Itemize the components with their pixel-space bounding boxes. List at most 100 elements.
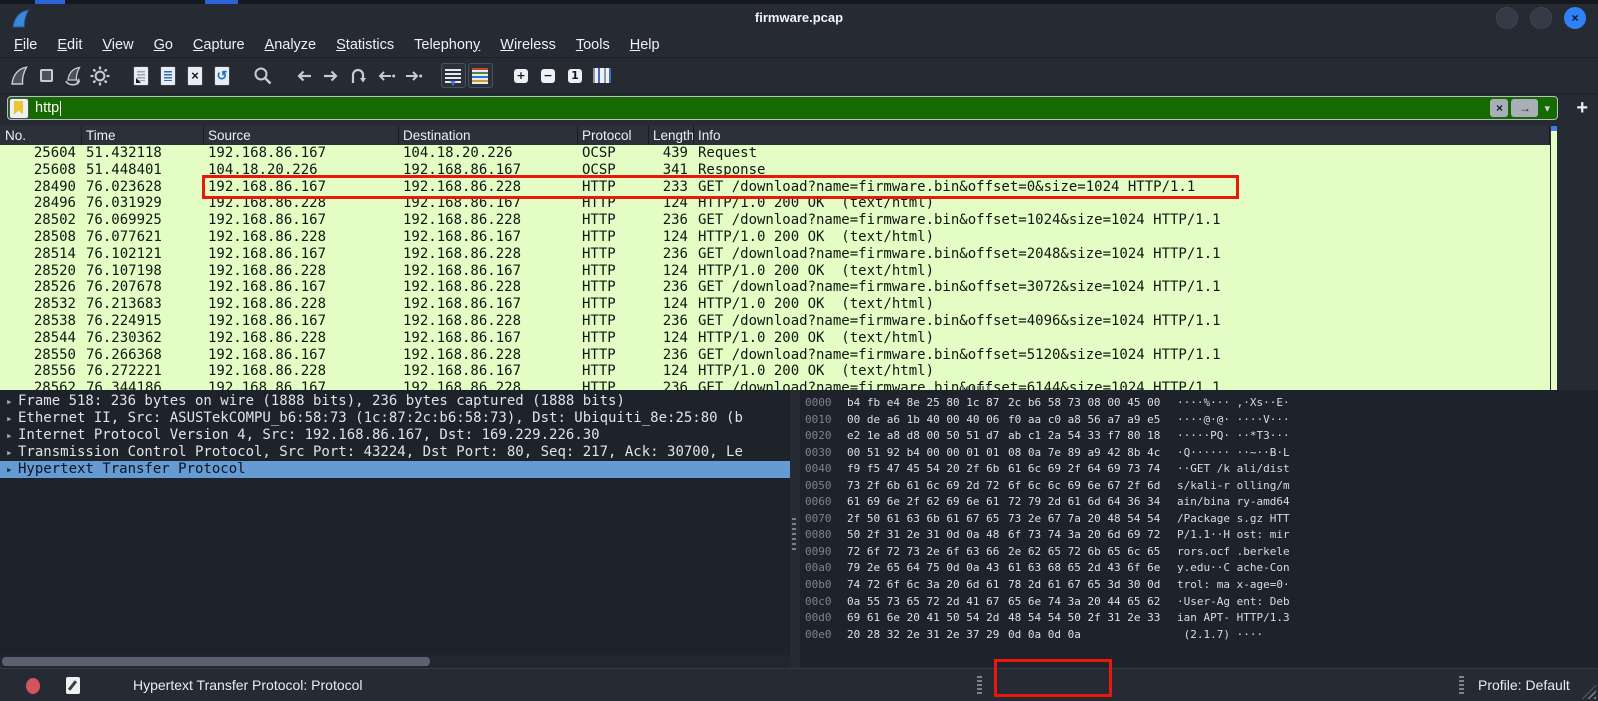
filter-bookmark-icon[interactable]	[10, 99, 28, 118]
column-header-no[interactable]: No.	[0, 126, 82, 145]
restart-capture-icon[interactable]	[60, 62, 86, 90]
filter-dropdown-icon[interactable]: ▾	[1544, 102, 1550, 115]
filter-clear-button[interactable]: ×	[1490, 99, 1508, 117]
cell-info: HTTP/1.0 200 OK (text/html)	[694, 229, 1550, 246]
hex-row-00b0[interactable]: 00b074 72 6f 6c 3a 20 6d 6178 2d 61 67 6…	[800, 577, 1598, 594]
hex-row-0050[interactable]: 005073 2f 6b 61 6c 69 2d 726f 6c 6c 69 6…	[800, 478, 1598, 495]
menu-statistics[interactable]: Statistics	[326, 32, 404, 58]
packet-row-28526[interactable]: 2852676.207678192.168.86.167192.168.86.2…	[0, 279, 1550, 296]
hex-row-0070[interactable]: 00702f 50 61 63 6b 61 67 6573 2e 67 7a 2…	[800, 511, 1598, 528]
packet-row-28544[interactable]: 2854476.230362192.168.86.228192.168.86.1…	[0, 330, 1550, 347]
expand-arrow-icon[interactable]: ▸	[6, 393, 18, 410]
cell-time: 76.344186	[82, 380, 204, 390]
hex-row-0010[interactable]: 001000 de a6 1b 40 00 40 06f0 aa c0 a8 5…	[800, 412, 1598, 429]
stop-capture-icon[interactable]	[33, 62, 59, 90]
start-capture-icon[interactable]	[6, 62, 32, 90]
packet-row-28514[interactable]: 2851476.102121192.168.86.167192.168.86.2…	[0, 246, 1550, 263]
zoom-original-icon[interactable]: 1	[562, 62, 588, 90]
hex-row-00d0[interactable]: 00d069 61 6e 20 41 50 54 2d48 54 54 50 2…	[800, 610, 1598, 627]
hex-row-0000[interactable]: 0000b4 fb e4 8e 25 80 1c 872c b6 58 73 0…	[800, 395, 1598, 412]
menu-telephony[interactable]: Telephony	[404, 32, 490, 58]
statusbar-splitter-handle[interactable]	[977, 676, 982, 695]
packet-row-28550[interactable]: 2855076.266368192.168.86.167192.168.86.2…	[0, 347, 1550, 364]
hex-row-0090[interactable]: 009072 6f 72 73 2e 6f 63 662e 62 65 72 6…	[800, 544, 1598, 561]
colorize-icon[interactable]	[467, 62, 493, 90]
status-profile[interactable]: Profile: Default	[1478, 669, 1570, 701]
details-horizontal-scrollbar[interactable]	[0, 655, 790, 668]
detail-line[interactable]: ▸Internet Protocol Version 4, Src: 192.1…	[0, 427, 790, 444]
minimize-button[interactable]	[1496, 7, 1518, 29]
menu-wireless[interactable]: Wireless	[490, 32, 566, 58]
menu-help[interactable]: Help	[620, 32, 670, 58]
hex-row-0060[interactable]: 006061 69 6e 2f 62 69 6e 6172 79 2d 61 6…	[800, 494, 1598, 511]
column-header-destination[interactable]: Destination	[399, 126, 578, 145]
zoom-in-icon[interactable]: +	[508, 62, 534, 90]
maximize-button[interactable]	[1530, 7, 1552, 29]
expand-arrow-icon[interactable]: ▸	[6, 427, 18, 444]
hex-row-00a0[interactable]: 00a079 2e 65 64 75 0d 0a 4361 63 68 65 2…	[800, 560, 1598, 577]
zoom-out-icon[interactable]: −	[535, 62, 561, 90]
hex-row-00c0[interactable]: 00c00a 55 73 65 72 2d 41 6765 6e 74 3a 2…	[800, 594, 1598, 611]
add-filter-button[interactable]: +	[1576, 94, 1588, 122]
hex-row-00e0[interactable]: 00e020 28 32 2e 31 2e 37 290d 0a 0d 0a (…	[800, 627, 1598, 644]
previous-packet-icon[interactable]	[372, 62, 398, 90]
menu-analyze[interactable]: Analyze	[255, 32, 327, 58]
packet-row-28532[interactable]: 2853276.213683192.168.86.228192.168.86.1…	[0, 296, 1550, 313]
packet-row-28538[interactable]: 2853876.224915192.168.86.167192.168.86.2…	[0, 313, 1550, 330]
expand-arrow-icon[interactable]: ▸	[6, 444, 18, 461]
resize-grip-icon[interactable]	[1582, 685, 1596, 699]
menu-capture[interactable]: Capture	[183, 32, 255, 58]
menu-tools[interactable]: Tools	[566, 32, 620, 58]
capture-options-icon[interactable]	[87, 62, 113, 90]
packet-row-25604[interactable]: 2560451.432118192.168.86.167104.18.20.22…	[0, 145, 1550, 162]
close-file-icon[interactable]: ×	[182, 62, 208, 90]
column-header-time[interactable]: Time	[82, 126, 204, 145]
packet-row-28562[interactable]: 2856276.344186192.168.86.167192.168.86.2…	[0, 380, 1550, 390]
menu-go[interactable]: Go	[144, 32, 183, 58]
detail-line[interactable]: ▸Ethernet II, Src: ASUSTekCOMPU_b6:58:73…	[0, 410, 790, 427]
packet-row-28508[interactable]: 2850876.077621192.168.86.228192.168.86.1…	[0, 229, 1550, 246]
hex-row-0020[interactable]: 0020e2 1e a8 d8 00 50 51 d7ab c1 2a 54 3…	[800, 428, 1598, 445]
detail-line[interactable]: ▸Transmission Control Protocol, Src Port…	[0, 444, 790, 461]
packet-list-scrollbar-minimap[interactable]	[1551, 126, 1557, 390]
menu-view[interactable]: View	[92, 32, 143, 58]
hex-row-0080[interactable]: 008050 2f 31 2e 31 0d 0a 486f 73 74 3a 2…	[800, 527, 1598, 544]
details-scrollbar-thumb[interactable]	[2, 657, 430, 666]
column-header-protocol[interactable]: Protocol	[578, 126, 649, 145]
expand-arrow-icon[interactable]: ▸	[6, 410, 18, 427]
capture-comment-icon[interactable]	[66, 677, 80, 694]
save-file-icon[interactable]	[155, 62, 181, 90]
display-filter-field[interactable]: http × → ▾	[7, 96, 1558, 120]
column-header-length[interactable]: Length	[649, 126, 694, 145]
reload-file-icon[interactable]: ↺	[209, 62, 235, 90]
open-file-icon[interactable]	[128, 62, 154, 90]
hex-row-0040[interactable]: 0040f9 f5 47 45 54 20 2f 6b61 6c 69 2f 6…	[800, 461, 1598, 478]
close-button[interactable]: ×	[1564, 7, 1586, 29]
find-packet-icon[interactable]	[250, 62, 276, 90]
titlebar[interactable]: firmware.pcap ×	[0, 4, 1598, 32]
resize-columns-icon[interactable]	[589, 62, 615, 90]
packet-row-28520[interactable]: 2852076.107198192.168.86.228192.168.86.1…	[0, 263, 1550, 280]
auto-scroll-icon[interactable]: ▼	[440, 62, 466, 90]
statusbar-splitter-handle[interactable]	[1459, 676, 1464, 695]
detail-line[interactable]: ▸Frame 518: 236 bytes on wire (1888 bits…	[0, 393, 790, 410]
packet-row-28502[interactable]: 2850276.069925192.168.86.167192.168.86.2…	[0, 212, 1550, 229]
pane-splitter-horizontal[interactable]	[962, 386, 990, 390]
expert-info-icon[interactable]	[26, 678, 40, 694]
expand-arrow-icon[interactable]: ▸	[6, 461, 18, 478]
menu-file[interactable]: File	[4, 32, 47, 58]
column-header-info[interactable]: Info	[694, 126, 1550, 145]
packet-row-28556[interactable]: 2855676.272221192.168.86.228192.168.86.1…	[0, 363, 1550, 380]
filter-apply-button[interactable]: →	[1511, 99, 1538, 117]
pane-splitter-vertical[interactable]	[792, 518, 796, 552]
column-header-source[interactable]: Source	[204, 126, 399, 145]
next-packet-icon[interactable]	[399, 62, 425, 90]
cell-no: 28550	[0, 347, 82, 364]
go-to-packet-icon[interactable]	[345, 62, 371, 90]
go-forward-icon[interactable]	[318, 62, 344, 90]
hex-row-0030[interactable]: 003000 51 92 b4 00 00 01 0108 0a 7e 89 a…	[800, 445, 1598, 462]
filter-input[interactable]: http	[35, 100, 59, 116]
go-back-icon[interactable]	[291, 62, 317, 90]
menu-edit[interactable]: Edit	[47, 32, 92, 58]
detail-line[interactable]: ▸Hypertext Transfer Protocol	[0, 461, 790, 478]
